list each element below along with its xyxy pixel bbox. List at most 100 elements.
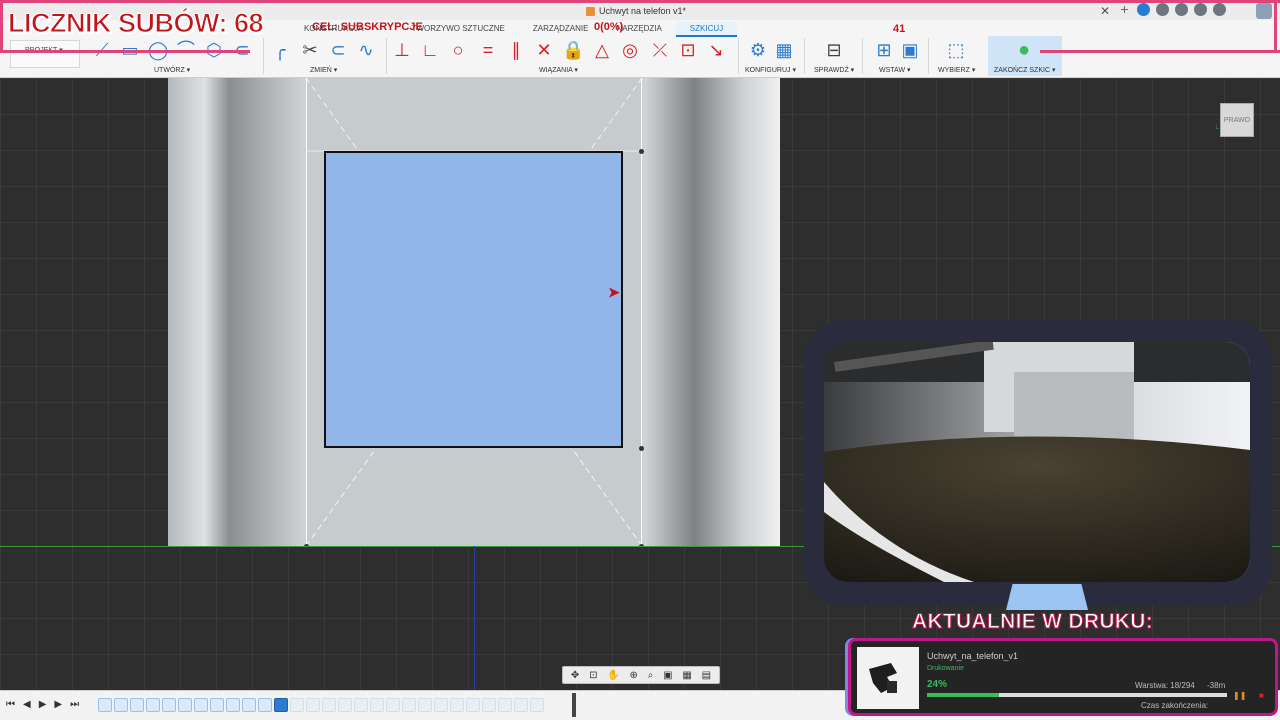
symmetry-icon[interactable]: ⊡ <box>678 40 698 60</box>
timeline-feature[interactable] <box>226 698 240 712</box>
go-to-start-icon[interactable]: ⏮ <box>6 699 15 710</box>
group-zmien[interactable]: ZMIEŃ ▾ <box>310 66 337 74</box>
equal-icon[interactable]: = <box>478 40 498 60</box>
group-wybierz[interactable]: WYBIERZ ▾ <box>938 66 975 74</box>
sub-counter: LICZNIK SUBÓW: 68 <box>7 8 264 39</box>
timeline-feature[interactable] <box>354 698 368 712</box>
group-zakoncz[interactable]: ZAKOŃCZ SZKIC ▾ <box>994 66 1055 74</box>
timeline-feature[interactable] <box>434 698 448 712</box>
job-status-icon[interactable] <box>1156 3 1169 16</box>
stop-icon[interactable]: ■ <box>1259 691 1264 700</box>
timeline-feature[interactable] <box>194 698 208 712</box>
timeline-feature[interactable] <box>482 698 496 712</box>
close-tab-icon[interactable]: ✕ <box>1100 4 1110 18</box>
timeline-feature[interactable] <box>466 698 480 712</box>
select-icon[interactable]: ⬚ <box>946 40 966 60</box>
change-parameters-icon[interactable]: ▦ <box>774 40 794 60</box>
pause-icon[interactable]: ❚❚ <box>1233 691 1246 700</box>
offset-icon[interactable]: ⊂ <box>328 40 348 60</box>
tab-zarzadzanie[interactable]: ZARZĄDZANIE <box>519 22 603 37</box>
parallel-icon[interactable]: ∥ <box>506 40 526 60</box>
axis-triad-icon: └ <box>1214 126 1219 133</box>
tab-szkicuj[interactable]: SZKICUJ <box>675 22 738 37</box>
timeline-feature[interactable] <box>402 698 416 712</box>
notifications-icon[interactable] <box>1194 3 1207 16</box>
separator <box>263 38 264 74</box>
timeline-feature-active[interactable] <box>274 698 288 712</box>
parameters-icon[interactable]: ⚙ <box>748 40 768 60</box>
group-sprawdz[interactable]: SPRAWDŹ ▾ <box>814 66 854 74</box>
navigation-bar: ✥ ⊡ ✋ ⊕ ⌕ ▣ ▦ ▤ <box>562 666 720 684</box>
timeline-feature[interactable] <box>338 698 352 712</box>
group-wiazania[interactable]: WIĄZANIA ▾ <box>539 66 578 74</box>
extensions-icon[interactable] <box>1137 3 1150 16</box>
group-konfiguruj[interactable]: KONFIGURUJ ▾ <box>745 66 796 74</box>
fix-icon[interactable]: ⊥ <box>392 40 412 60</box>
step-forward-icon[interactable]: ▶ <box>54 699 62 710</box>
step-back-icon[interactable]: ◀ <box>23 699 31 710</box>
timeline-feature[interactable] <box>290 698 304 712</box>
trim-icon[interactable]: ✂ <box>300 40 320 60</box>
timeline-feature[interactable] <box>130 698 144 712</box>
fillet-icon[interactable]: ╭ <box>270 40 290 60</box>
group-wstaw[interactable]: WSTAW ▾ <box>879 66 911 74</box>
tangent-icon[interactable]: ○ <box>448 40 468 60</box>
timeline-feature[interactable] <box>530 698 544 712</box>
orbit-icon[interactable]: ✥ <box>571 670 579 681</box>
new-tab-icon[interactable]: + <box>1118 2 1131 16</box>
sketch-rectangle[interactable] <box>324 151 623 448</box>
grid-settings-icon[interactable]: ▦ <box>682 670 691 681</box>
timeline-feature[interactable] <box>418 698 432 712</box>
timeline-feature[interactable] <box>370 698 384 712</box>
help-icon[interactable] <box>1213 3 1226 16</box>
insert-derive-icon[interactable]: ⊞ <box>874 40 894 60</box>
print-end-time: Czas zakończenia: <box>1141 701 1209 710</box>
timeline-feature[interactable] <box>258 698 272 712</box>
timeline-marker[interactable] <box>572 693 576 717</box>
timeline-feature[interactable] <box>210 698 224 712</box>
spline-icon[interactable]: ∿ <box>356 40 376 60</box>
midpoint-icon[interactable]: ⤫ <box>650 40 670 60</box>
curvature-icon[interactable]: ↘ <box>706 40 726 60</box>
timeline-feature[interactable] <box>146 698 160 712</box>
timeline-feature[interactable] <box>98 698 112 712</box>
play-icon[interactable]: ▶ <box>39 699 47 710</box>
sketch-point[interactable] <box>639 446 644 451</box>
triangle-icon[interactable]: △ <box>592 40 612 60</box>
timeline-feature[interactable] <box>114 698 128 712</box>
zoom-icon[interactable]: ⊕ <box>630 670 638 681</box>
viewports-icon[interactable]: ▤ <box>702 670 711 681</box>
sketch-point[interactable] <box>639 149 644 154</box>
print-percent: 24% <box>927 679 948 690</box>
insert-image-icon[interactable]: ▣ <box>900 40 920 60</box>
timeline-feature[interactable] <box>162 698 176 712</box>
lock-icon[interactable]: 🔒 <box>562 40 584 60</box>
look-at-icon[interactable]: ⊡ <box>589 670 597 681</box>
y-axis-line <box>474 546 475 690</box>
timeline-feature[interactable] <box>498 698 512 712</box>
separator <box>738 38 739 74</box>
concentric-icon[interactable]: ◎ <box>620 40 640 60</box>
timeline-feature[interactable] <box>450 698 464 712</box>
finish-sketch-icon[interactable]: ● <box>1014 40 1034 60</box>
timeline-feature[interactable] <box>386 698 400 712</box>
display-settings-icon[interactable]: ▣ <box>663 670 672 681</box>
fit-icon[interactable]: ⌕ <box>648 670 654 681</box>
phone-holder-thumbnail-icon <box>869 663 897 693</box>
timeline-feature[interactable] <box>242 698 256 712</box>
avatar[interactable] <box>1256 3 1272 19</box>
projekt-dropdown[interactable]: PROJEKT ▾ <box>10 40 80 68</box>
timeline-feature[interactable] <box>178 698 192 712</box>
perpendicular-icon[interactable]: ✕ <box>534 40 554 60</box>
viewcube[interactable]: PRAWO <box>1220 103 1254 137</box>
separator <box>862 38 863 74</box>
pan-icon[interactable]: ✋ <box>607 670 619 681</box>
coincident-icon[interactable]: ∟ <box>420 40 440 60</box>
timeline-feature[interactable] <box>514 698 528 712</box>
go-to-end-icon[interactable]: ⏭ <box>70 699 79 710</box>
timeline-feature[interactable] <box>306 698 320 712</box>
measure-icon[interactable]: ⊟ <box>824 40 844 60</box>
group-utworz[interactable]: UTWÓRZ ▾ <box>154 66 190 74</box>
timeline-feature[interactable] <box>322 698 336 712</box>
history-icon[interactable] <box>1175 3 1188 16</box>
